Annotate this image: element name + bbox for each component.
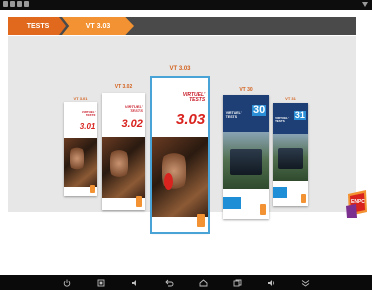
sticker-icon — [301, 193, 306, 203]
book-vt301[interactable]: VT 3.01 VIRTUEL' TESTS 3.01 — [64, 96, 97, 196]
book-cover[interactable]: VIRTUEL' TESTS 3.02 — [102, 93, 145, 210]
sticker-icon — [136, 195, 143, 207]
wifi-icon — [362, 2, 368, 7]
status-bar — [0, 0, 372, 10]
cover-title: VIRTUEL' TESTS — [275, 116, 289, 124]
recent-apps-icon[interactable] — [220, 275, 254, 290]
book-vt31[interactable]: VT 31 VIRTUEL' TESTS 31 — [273, 96, 308, 206]
logo-text: ENPC — [351, 199, 365, 205]
book-cover[interactable]: VIRTUEL' TESTS 30 — [223, 95, 269, 219]
decorative-swoosh — [355, 120, 372, 190]
book-cover[interactable]: VIRTUEL' TESTS 3.03 — [150, 76, 210, 234]
book-label: VT 3.01 — [73, 96, 88, 101]
power-icon[interactable] — [50, 275, 84, 290]
notification-icon — [24, 1, 29, 7]
book-label: VT 30 — [239, 87, 253, 93]
cover-version: 3.01 — [79, 121, 96, 131]
cover-title: VIRTUEL' TESTS — [182, 92, 206, 104]
cover-strip — [273, 187, 287, 198]
back-icon[interactable] — [152, 275, 186, 290]
cover-title: VIRTUEL' TESTS — [225, 111, 242, 119]
book-label: VT 3.02 — [114, 84, 133, 90]
sticker-icon — [196, 213, 205, 228]
notification-icon — [10, 1, 15, 7]
volume-down-icon[interactable] — [118, 275, 152, 290]
notification-icon — [17, 1, 22, 7]
enpc-logo: ENPC — [346, 190, 367, 218]
book-label: VT 3.03 — [169, 66, 191, 72]
collapse-icon[interactable] — [288, 275, 322, 290]
system-navbar — [0, 275, 372, 290]
breadcrumb-current[interactable]: VT 3.03 — [62, 17, 134, 35]
screenshot-icon[interactable] — [84, 275, 118, 290]
notification-icon — [3, 1, 8, 7]
book-vt30[interactable]: VT 30 VIRTUEL' TESTS 30 — [223, 87, 269, 219]
cover-version: 31 — [293, 110, 306, 121]
home-icon[interactable] — [186, 275, 220, 290]
breadcrumb-tests[interactable]: TESTS — [8, 17, 66, 35]
cover-version: 30 — [252, 103, 267, 116]
breadcrumb: TESTS VT 3.03 — [8, 17, 356, 35]
cover-version: 3.02 — [121, 117, 143, 130]
book-vt302[interactable]: VT 3.02 VIRTUEL' TESTS 3.02 — [102, 84, 145, 210]
cover-title: VIRTUEL' TESTS — [124, 103, 143, 113]
volume-up-icon[interactable] — [254, 275, 288, 290]
book-cover[interactable]: VIRTUEL' TESTS 31 — [273, 103, 308, 206]
sticker-icon — [259, 204, 267, 216]
book-label: VT 31 — [285, 96, 296, 101]
book-cover[interactable]: VIRTUEL' TESTS 3.01 — [64, 102, 97, 196]
status-icons — [3, 1, 29, 7]
book-carousel: VT 3.01 VIRTUEL' TESTS 3.01 VT 3.02 VIRT… — [8, 36, 356, 234]
cover-title: VIRTUEL' TESTS — [81, 110, 96, 118]
cover-version: 3.03 — [176, 110, 206, 128]
cover-strip — [223, 196, 242, 210]
sticker-icon — [90, 184, 96, 194]
book-vt303[interactable]: VT 3.03 VIRTUEL' TESTS 3.03 — [150, 66, 210, 234]
